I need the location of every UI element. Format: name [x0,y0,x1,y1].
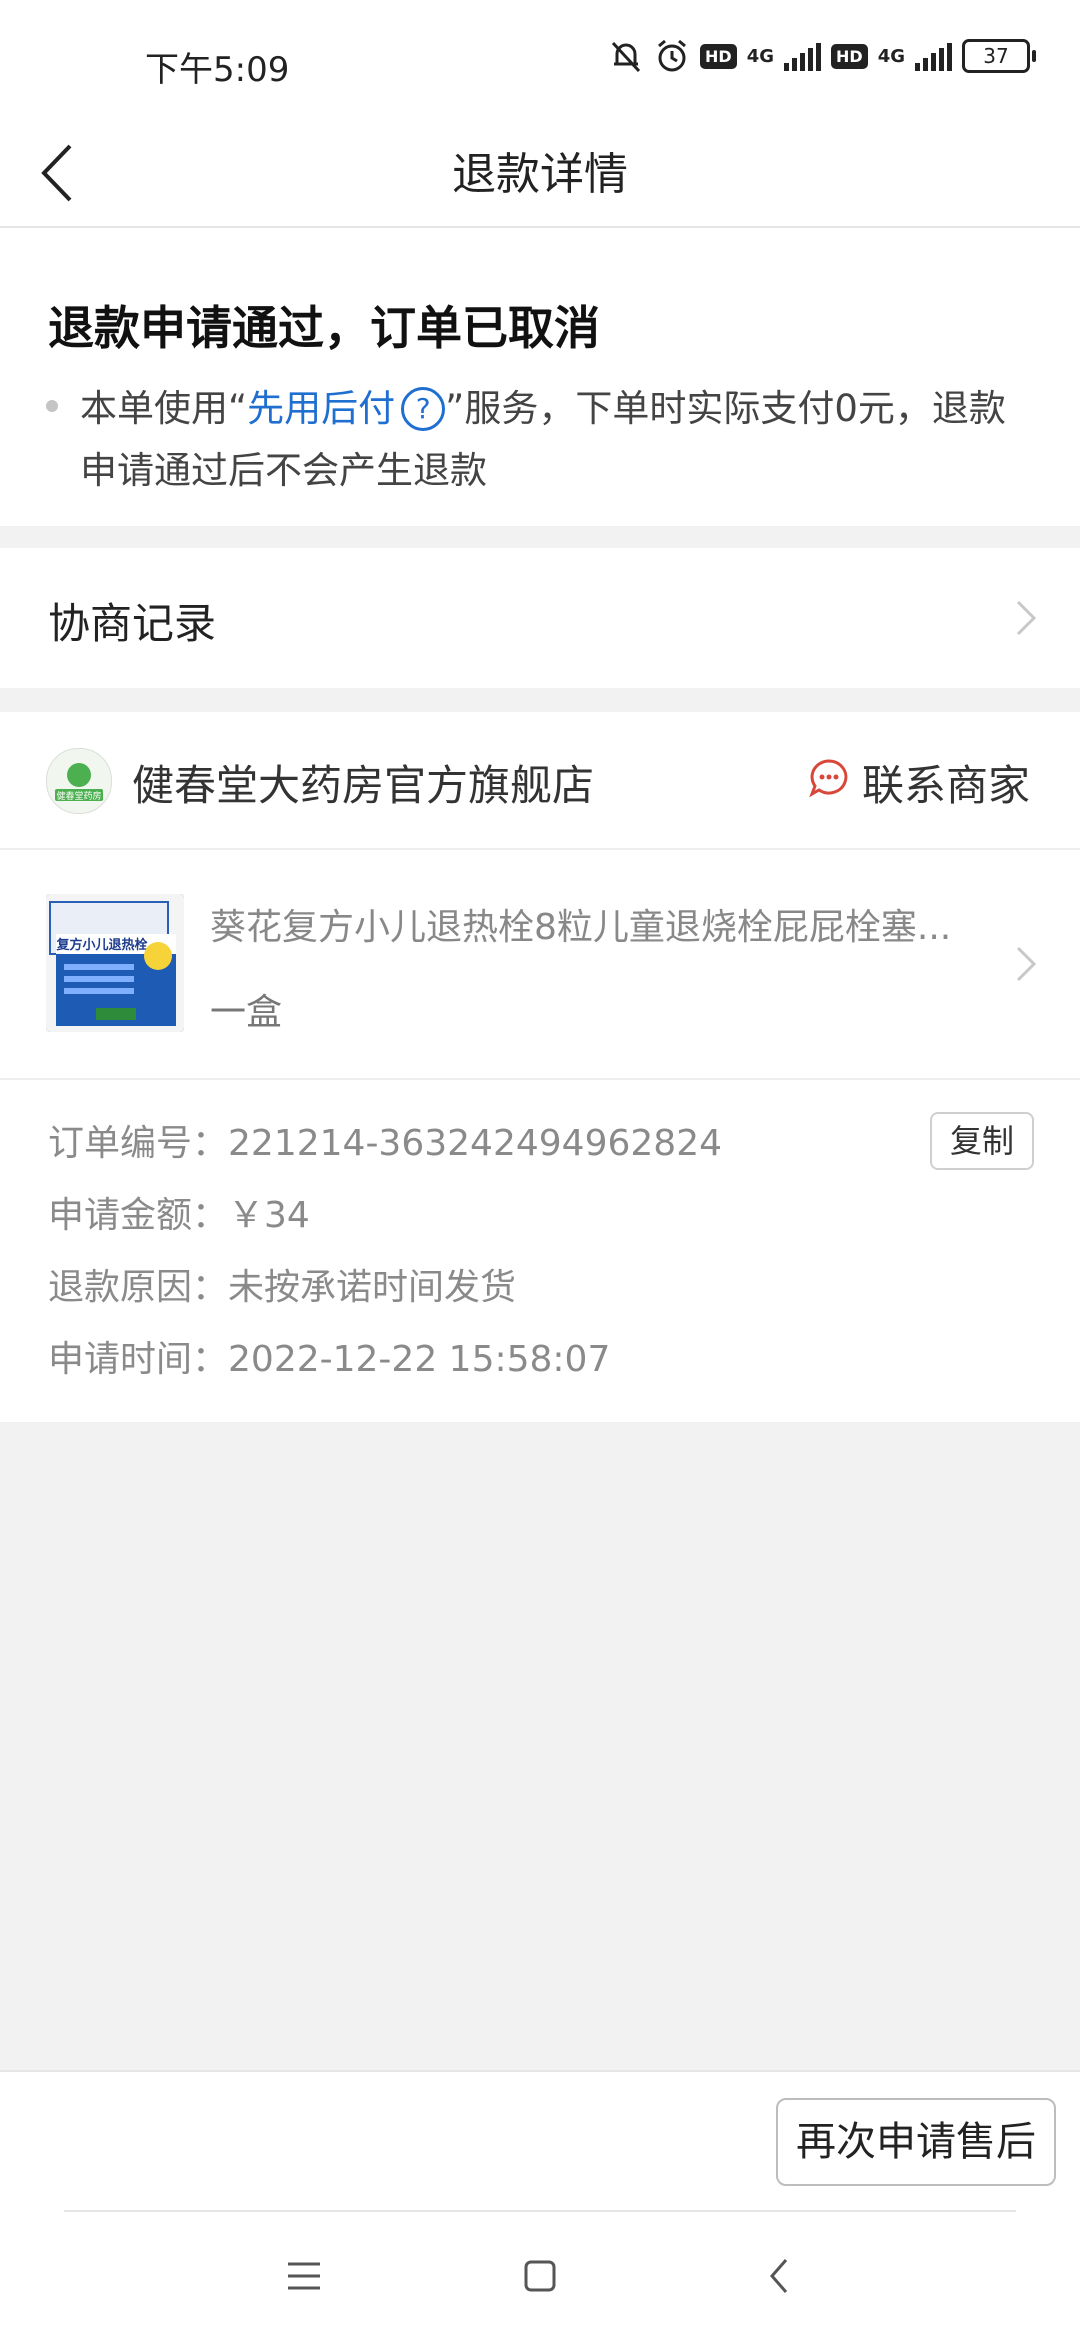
amount-line: 申请金额：￥34 [48,1186,310,1238]
amount-label: 申请金额： [48,1195,229,1236]
system-nav-bar [0,2212,1080,2340]
order-card: 健春堂药房 健春堂大药房官方旗舰店 联系商家 复方小儿退热栓 葵花复方小儿退热栓… [0,712,1080,1422]
alarm-icon [658,39,686,72]
order-number-label: 订单编号： [48,1123,229,1164]
apply-time-value: 2022-12-22 15:58:07 [228,1339,611,1380]
hd-badge: HD [831,43,868,69]
product-image: 复方小儿退热栓 [46,894,184,1032]
shop-row[interactable]: 健春堂药房 健春堂大药房官方旗舰店 联系商家 [0,712,1080,850]
apply-time-line: 申请时间：2022-12-22 15:58:07 [48,1330,610,1382]
chat-icon[interactable] [808,757,850,799]
product-row[interactable]: 复方小儿退热栓 葵花复方小儿退热栓8粒儿童退烧栓屁屁栓塞... 一盒 [0,848,1080,1080]
back-icon[interactable] [750,2246,810,2306]
order-number-value: 221214-363242494962824 [228,1123,722,1164]
order-number-line: 订单编号：221214-363242494962824 [48,1114,722,1166]
hd-badge: HD [700,43,737,69]
shop-logo: 健春堂药房 [46,748,112,814]
status-bar: 下午5:09 HD 4G HD 4G 37 [0,0,1080,120]
product-name: 葵花复方小儿退热栓8粒儿童退烧栓屁屁栓塞... [210,907,952,948]
status-icons: HD 4G HD 4G 37 [608,38,1036,74]
reapply-after-sale-button[interactable]: 再次申请售后 [776,2098,1056,2186]
shop-logo-icon: 健春堂药房 [55,763,103,802]
pay-later-service-link[interactable]: 先用后付 [247,387,395,430]
reason-value: 未按承诺时间发货 [228,1267,517,1308]
battery-icon: 37 [962,39,1036,73]
refund-status-card: 退款申请通过，订单已取消 本单使用“先用后付? ”服务，下单时实际支付0元，退款申… [0,228,1080,526]
signal-icon [784,41,822,71]
chevron-right-icon [1016,946,1037,982]
menu-icon[interactable] [274,2246,334,2306]
amount-value: ￥34 [228,1195,310,1236]
product-box-image: 复方小儿退热栓 [46,894,184,1032]
bottom-action-bar: 再次申请售后 [0,2070,1080,2212]
product-spec: 一盒 [210,992,283,1033]
order-info-block: 订单编号：221214-363242494962824 复制 申请金额：￥34 … [0,1078,1080,1422]
copy-button[interactable]: 复制 [930,1112,1034,1170]
apply-time-label: 申请时间： [48,1339,229,1380]
reason-line: 退款原因：未按承诺时间发货 [48,1258,516,1310]
svg-text:健春堂药房: 健春堂药房 [56,790,101,802]
negotiation-record-row[interactable]: 协商记录 [0,548,1080,688]
negotiation-record-label: 协商记录 [48,599,217,648]
desc-prefix: 本单使用“ [80,387,248,430]
contact-merchant-button[interactable]: 联系商家 [862,752,1030,813]
shop-name: 健春堂大药房官方旗舰店 [132,761,595,810]
chevron-right-icon [1016,600,1037,636]
svg-text:复方小儿退热栓: 复方小儿退热栓 [55,937,147,953]
bullet-dot [46,400,58,412]
refund-status-title: 退款申请通过，订单已取消 [48,301,600,355]
top-nav-bar: 退款详情 [0,120,1080,228]
home-icon[interactable] [510,2246,570,2306]
reason-label: 退款原因： [48,1267,229,1308]
help-icon[interactable]: ? [401,387,446,431]
network-type: 4G [746,45,775,67]
signal-icon [915,41,952,71]
status-time: 下午5:09 [145,50,290,90]
refund-status-description: 本单使用“先用后付? ”服务，下单时实际支付0元，退款申请通过后不会产生退款 [80,378,1040,502]
network-type: 4G [877,45,905,67]
mute-bell-icon [611,41,641,73]
page-title: 退款详情 [452,149,628,200]
